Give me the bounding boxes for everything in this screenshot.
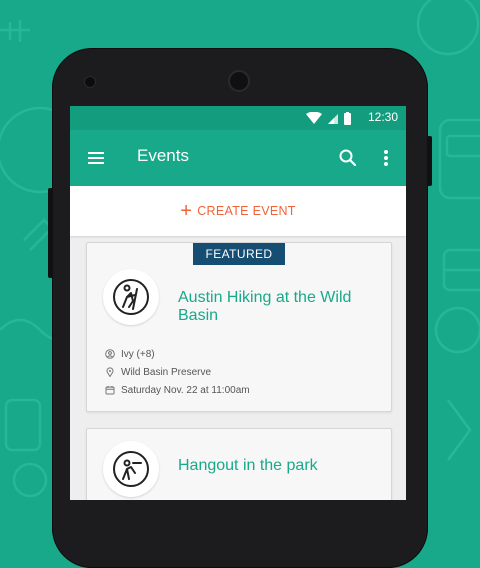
- event-avatar: [103, 269, 159, 325]
- phone-side-button-left: [48, 188, 53, 278]
- park-icon: [113, 451, 149, 487]
- signal-icon: [328, 114, 338, 124]
- location-pin-icon: [106, 367, 114, 377]
- status-icons: [306, 111, 354, 130]
- create-event-button[interactable]: + CREATE EVENT: [70, 186, 406, 236]
- more-vert-icon: [384, 150, 388, 166]
- menu-button[interactable]: [84, 146, 108, 170]
- plus-icon: +: [180, 200, 193, 222]
- page-title: Events: [137, 146, 189, 165]
- status-bar: 12:30: [70, 106, 406, 130]
- event-card[interactable]: Hangout in the park: [86, 428, 392, 500]
- front-camera: [228, 70, 250, 92]
- event-avatar: [103, 441, 159, 497]
- search-icon: [339, 149, 357, 167]
- datetime-text: Saturday Nov. 22 at 11:00am: [121, 384, 250, 396]
- proximity-sensor: [84, 76, 96, 88]
- status-time: 12:30: [367, 110, 398, 124]
- more-options-button[interactable]: [374, 146, 398, 170]
- featured-badge: FEATURED: [193, 243, 285, 265]
- app-bar: Events: [70, 130, 406, 186]
- search-button[interactable]: [336, 146, 360, 170]
- phone-side-button-right: [427, 136, 432, 186]
- event-title[interactable]: Hangout in the park: [178, 457, 318, 475]
- event-datetime: Saturday Nov. 22 at 11:00am: [105, 383, 250, 397]
- menu-icon: [88, 152, 104, 164]
- person-icon: [105, 349, 115, 359]
- calendar-icon: [105, 386, 115, 395]
- event-location: Wild Basin Preserve: [105, 365, 211, 379]
- attendees-text: Ivy (+8): [121, 348, 155, 360]
- wifi-icon: [306, 111, 322, 124]
- hiker-icon: [113, 279, 149, 315]
- event-card[interactable]: FEATURED Austin Hiking at the Wild Basin…: [86, 242, 392, 412]
- app-screen: 12:30 Events + CREATE EVENT FEATURED Aus…: [70, 106, 406, 500]
- create-event-bar: + CREATE EVENT: [70, 186, 406, 236]
- event-title[interactable]: Austin Hiking at the Wild Basin: [178, 289, 391, 325]
- battery-icon: [344, 112, 351, 125]
- create-event-label: CREATE EVENT: [197, 204, 296, 218]
- event-attendees: Ivy (+8): [105, 347, 155, 361]
- location-text: Wild Basin Preserve: [121, 366, 212, 378]
